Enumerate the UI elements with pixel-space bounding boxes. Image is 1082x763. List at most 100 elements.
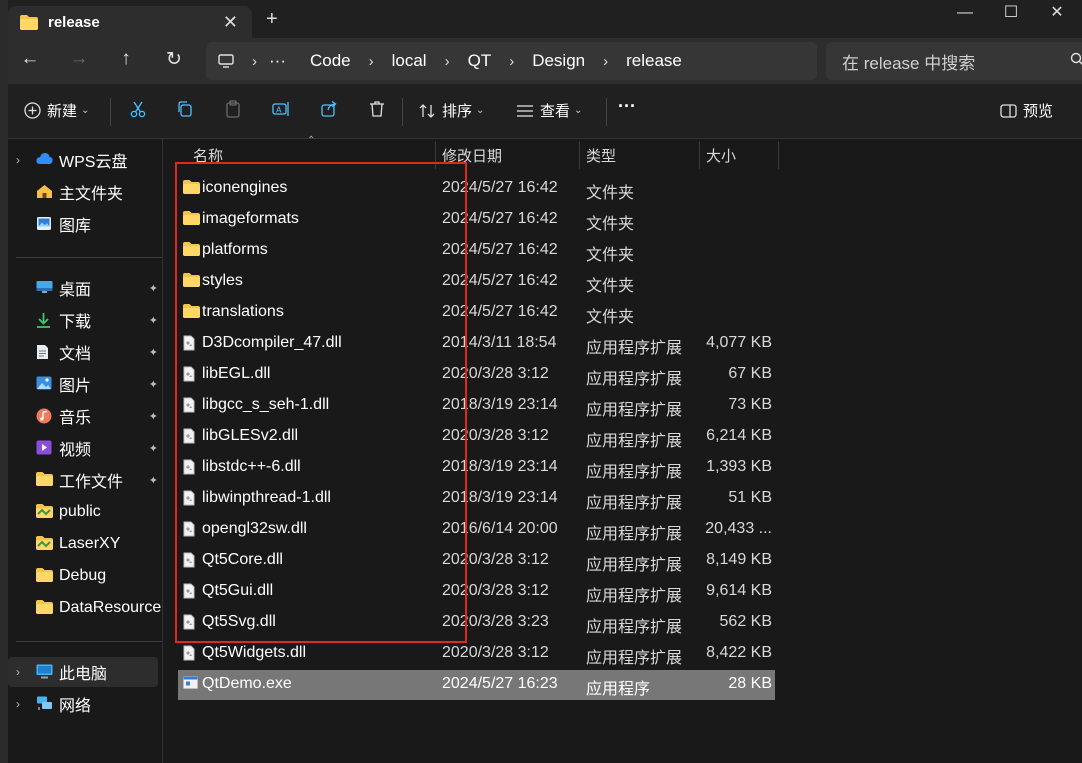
file-row[interactable]: Qt5Svg.dll 2020/3/28 3:23 应用程序扩展 562 KB — [178, 608, 775, 638]
chevron-right-icon[interactable]: › — [16, 665, 20, 679]
breadcrumb-qt[interactable]: QT — [468, 51, 492, 71]
file-row[interactable]: iconengines 2024/5/27 16:42 文件夹 — [178, 174, 775, 204]
file-row[interactable]: libwinpthread-1.dll 2018/3/19 23:14 应用程序扩展… — [178, 484, 775, 514]
minimize-button[interactable]: — — [942, 2, 988, 28]
maximize-button[interactable]: ☐ — [988, 2, 1034, 28]
column-type[interactable]: 类型 — [586, 145, 616, 166]
file-row[interactable]: Qt5Core.dll 2020/3/28 3:12 应用程序扩展 8,149 KB — [178, 546, 775, 576]
toolbar-divider — [402, 98, 403, 126]
sidebar-item-label: 主文件夹 — [59, 186, 124, 203]
sort-button[interactable]: 排序 ⌄ — [418, 100, 484, 121]
breadcrumb-separator: › — [252, 52, 257, 70]
cut-icon[interactable] — [129, 100, 147, 118]
up-button[interactable]: ↑ — [112, 48, 140, 70]
sidebar-item[interactable]: public — [8, 497, 162, 527]
sidebar-item[interactable]: 工作文件 ✦ — [8, 465, 162, 495]
share-icon[interactable] — [320, 100, 338, 118]
file-row[interactable]: imageformats 2024/5/27 16:42 文件夹 — [178, 205, 775, 235]
column-name[interactable]: 名称 — [193, 145, 223, 166]
more-options-button[interactable]: ··· — [618, 96, 636, 117]
view-button[interactable]: 查看 ⌄ — [516, 100, 582, 121]
chevron-right-icon[interactable]: › — [16, 697, 20, 711]
paste-icon[interactable] — [224, 100, 242, 118]
search-box[interactable]: 在 release 中搜索 — [826, 42, 1082, 80]
file-row[interactable]: libEGL.dll 2020/3/28 3:12 应用程序扩展 67 KB — [178, 360, 775, 390]
file-type: 应用程序扩展 — [586, 650, 683, 667]
tab-close-button[interactable]: ✕ — [223, 12, 238, 33]
sidebar-item-label: 视频 — [59, 442, 92, 459]
address-bar[interactable]: › ··· Code › local › QT › Design › relea… — [206, 42, 817, 80]
file-name: iconengines — [202, 179, 288, 196]
column-date-modified[interactable]: 修改日期 — [442, 145, 502, 166]
file-row[interactable]: Qt5Widgets.dll 2020/3/28 3:12 应用程序扩展 8,422 … — [178, 639, 775, 669]
sidebar-item-label: 桌面 — [59, 282, 92, 299]
sidebar-item[interactable]: 图库 — [8, 209, 162, 239]
sidebar-item[interactable]: › 网络 — [8, 689, 162, 719]
back-button[interactable]: ← — [16, 48, 44, 70]
new-button[interactable]: 新建 ⌄ — [24, 100, 89, 121]
column-size[interactable]: 大小 — [706, 145, 736, 166]
sidebar-item[interactable]: Debug — [8, 561, 162, 591]
video-icon — [36, 440, 52, 460]
breadcrumb-local[interactable]: local — [392, 51, 427, 71]
file-type: 应用程序 — [586, 681, 651, 698]
tab-title: release — [48, 13, 100, 31]
chevron-down-icon: ⌄ — [574, 105, 583, 116]
delete-icon[interactable] — [368, 100, 386, 118]
sidebar-item[interactable]: 主文件夹 — [8, 177, 162, 207]
folder-icon — [183, 211, 200, 230]
sidebar-item[interactable]: DataResource — [8, 593, 162, 623]
file-type: 应用程序扩展 — [586, 588, 683, 605]
network-icon — [36, 696, 53, 716]
chevron-right-icon[interactable]: › — [16, 153, 20, 167]
file-row[interactable]: translations 2024/5/27 16:42 文件夹 — [178, 298, 775, 328]
copy-icon[interactable] — [176, 100, 194, 118]
column-divider[interactable] — [778, 141, 779, 169]
close-window-button[interactable]: ✕ — [1034, 2, 1080, 28]
file-date-modified: 2018/3/19 23:14 — [442, 489, 558, 506]
preview-button[interactable]: 预览 — [1000, 100, 1053, 121]
breadcrumb-code[interactable]: Code — [310, 51, 351, 71]
breadcrumb-release[interactable]: release — [626, 51, 682, 71]
sidebar-item[interactable]: › 此电脑 — [8, 657, 158, 687]
file-row[interactable]: Qt5Gui.dll 2020/3/28 3:12 应用程序扩展 9,614 KB — [178, 577, 775, 607]
sidebar-item[interactable]: 文档 ✦ — [8, 337, 162, 367]
breadcrumb-more[interactable]: ··· — [269, 51, 286, 71]
new-tab-button[interactable]: + — [266, 8, 278, 31]
command-bar: 新建 ⌄ A 排序 ⌄ 查看 ⌄ ··· 预览 — [8, 84, 1082, 139]
sidebar-item[interactable]: 桌面 ✦ — [8, 273, 162, 303]
file-type: 应用程序扩展 — [586, 464, 683, 481]
file-name: libGLESv2.dll — [202, 427, 299, 444]
file-row[interactable]: libgcc_s_seh-1.dll 2018/3/19 23:14 应用程序扩展 7… — [178, 391, 775, 421]
column-divider[interactable] — [699, 141, 700, 169]
column-divider[interactable] — [579, 141, 580, 169]
file-row[interactable]: platforms 2024/5/27 16:42 文件夹 — [178, 236, 775, 266]
file-date-modified: 2024/5/27 16:42 — [442, 210, 558, 227]
refresh-button[interactable]: ↻ — [160, 48, 188, 71]
sidebar-item[interactable]: 音乐 ✦ — [8, 401, 162, 431]
breadcrumb-design[interactable]: Design — [532, 51, 585, 71]
rename-icon[interactable]: A — [272, 100, 290, 118]
computer-icon — [36, 664, 53, 684]
navigation-bar: ← → ↑ ↻ › ··· Code › local › QT › Design… — [8, 38, 1082, 84]
pin-icon: ✦ — [148, 410, 158, 423]
file-row[interactable]: libGLESv2.dll 2020/3/28 3:12 应用程序扩展 6,214 K… — [178, 422, 775, 452]
file-row[interactable]: QtDemo.exe 2024/5/27 16:23 应用程序 28 KB — [178, 670, 775, 700]
sort-icon — [419, 103, 435, 118]
file-row[interactable]: opengl32sw.dll 2016/6/14 20:00 应用程序扩展 20,43… — [178, 515, 775, 545]
tab-release[interactable]: release ✕ — [8, 6, 252, 38]
sidebar-item[interactable]: 视频 ✦ — [8, 433, 162, 463]
file-row[interactable]: libstdc++-6.dll 2018/3/19 23:14 应用程序扩展 1,39… — [178, 453, 775, 483]
plus-circle-icon — [24, 102, 41, 119]
forward-button[interactable]: → — [65, 48, 93, 70]
file-row[interactable]: D3Dcompiler_47.dll 2014/3/11 18:54 应用程序扩展 4… — [178, 329, 775, 359]
cloud-icon — [36, 152, 53, 170]
sidebar-item[interactable]: LaserXY — [8, 529, 162, 559]
sidebar-item[interactable]: › WPS云盘 — [8, 145, 162, 175]
column-divider[interactable] — [435, 141, 436, 169]
breadcrumb-separator: › — [444, 52, 450, 70]
file-row[interactable]: styles 2024/5/27 16:42 文件夹 — [178, 267, 775, 297]
sidebar-item[interactable]: 图片 ✦ — [8, 369, 162, 399]
sidebar-item[interactable]: 下载 ✦ — [8, 305, 162, 335]
file-name: D3Dcompiler_47.dll — [202, 334, 342, 351]
